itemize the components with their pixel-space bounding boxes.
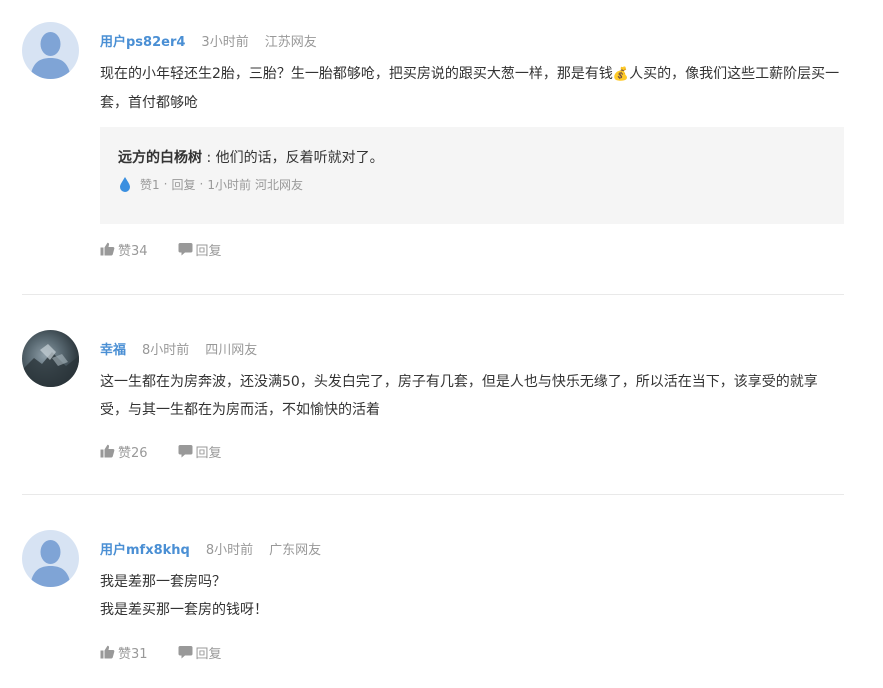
user-silhouette-icon <box>30 540 71 587</box>
username-link[interactable]: 用户mfx8khq <box>100 539 190 558</box>
comment-region: 广东网友 <box>269 542 322 558</box>
dot-separator: · <box>199 177 204 191</box>
avatar[interactable] <box>22 22 79 79</box>
like-button[interactable]: 赞26 <box>100 442 148 461</box>
avatar[interactable] <box>22 530 79 587</box>
divider <box>22 494 844 495</box>
comment-time: 3小时前 <box>201 34 249 50</box>
comment-text-line: 我是差那一套房吗？ <box>100 574 226 590</box>
like-count: 赞31 <box>118 646 148 662</box>
comment-text: 这一生都在为房奔波，还没满50，头发白完了，房子有几套，但是人也与快乐无缘了，所… <box>100 374 818 418</box>
speech-bubble-icon <box>178 243 193 256</box>
comment-meta: 用户ps82er4 3小时前 江苏网友 <box>100 22 844 58</box>
thumbs-up-icon <box>100 645 115 659</box>
reply-label: 回复 <box>195 646 222 662</box>
like-button[interactable]: 赞34 <box>100 240 148 259</box>
reply-meta: 赞1 · 回复 · 1小时前 河北网友 <box>118 175 826 193</box>
reply-line: 远方的白杨树 : 他们的话，反着听就对了。 <box>118 147 826 169</box>
comment-text: 现在的小年轻还生2胎，三胎？生一胎都够呛，把买房说的跟买大葱一样，那是有钱💰人买… <box>100 60 844 117</box>
water-drop-icon <box>120 177 130 192</box>
comment-text-line: 我是差买那一套房的钱呀！ <box>100 602 268 618</box>
comment-actions: 赞34 回复 <box>100 239 252 259</box>
like-button[interactable]: 赞31 <box>100 643 148 662</box>
speech-bubble-icon <box>178 646 193 659</box>
landscape-photo-icon <box>22 344 79 387</box>
reply-separator: : <box>202 150 216 166</box>
avatar[interactable] <box>22 330 79 387</box>
money-bag-icon: 💰 <box>612 67 630 82</box>
comment-meta: 幸福 8小时前 四川网友 <box>100 330 844 366</box>
like-count: 赞34 <box>118 243 148 259</box>
comment-text-part: 现在的小年轻还生2胎，三胎？生一胎都够呛，把买房说的跟买大葱一样，那是有钱 <box>100 66 613 82</box>
reply-text: 他们的话，反着听就对了。 <box>215 150 384 166</box>
username-link[interactable]: 用户ps82er4 <box>100 31 185 50</box>
reply-author-link[interactable]: 远方的白杨树 <box>118 150 202 166</box>
reply-like-count[interactable]: 赞1 <box>140 176 160 193</box>
comment-actions: 赞31 回复 <box>100 642 252 662</box>
thumbs-up-icon <box>100 242 115 256</box>
comment-actions: 赞26 回复 <box>100 441 252 461</box>
username-link[interactable]: 幸福 <box>100 339 126 358</box>
comment-region: 四川网友 <box>205 342 258 358</box>
reply-button[interactable]: 回复 <box>178 240 222 259</box>
comment-body: 用户ps82er4 3小时前 江苏网友 现在的小年轻还生2胎，三胎？生一胎都够呛… <box>100 22 844 224</box>
like-count: 赞26 <box>118 445 148 461</box>
comment-time: 8小时前 <box>205 542 254 558</box>
divider <box>22 294 844 295</box>
comment-body: 幸福 8小时前 四川网友 这一生都在为房奔波，还没满50，头发白完了，房子有几套… <box>100 330 844 424</box>
comment-text: 我是差那一套房吗？ 我是差买那一套房的钱呀！ <box>100 568 844 624</box>
reply-time: 1小时前 <box>207 177 251 192</box>
user-silhouette-icon <box>30 32 71 79</box>
reply-reply-button[interactable]: 回复 <box>171 176 195 193</box>
speech-bubble-icon <box>178 445 193 458</box>
reply-region: 河北网友 <box>254 177 303 192</box>
comment-body: 用户mfx8khq 8小时前 广东网友 我是差那一套房吗？ 我是差买那一套房的钱… <box>100 530 844 624</box>
reply-button[interactable]: 回复 <box>178 643 222 662</box>
dot-separator: · <box>163 177 168 191</box>
thumbs-up-icon <box>100 444 115 458</box>
reply-label: 回复 <box>195 445 222 461</box>
reply-box: 远方的白杨树 : 他们的话，反着听就对了。 赞1 · 回复 · 1小时前 河北网… <box>100 127 844 224</box>
comment-region: 江苏网友 <box>264 34 317 50</box>
reply-button[interactable]: 回复 <box>178 442 222 461</box>
comment-time: 8小时前 <box>142 342 190 358</box>
reply-label: 回复 <box>195 243 222 259</box>
comment-meta: 用户mfx8khq 8小时前 广东网友 <box>100 530 844 566</box>
